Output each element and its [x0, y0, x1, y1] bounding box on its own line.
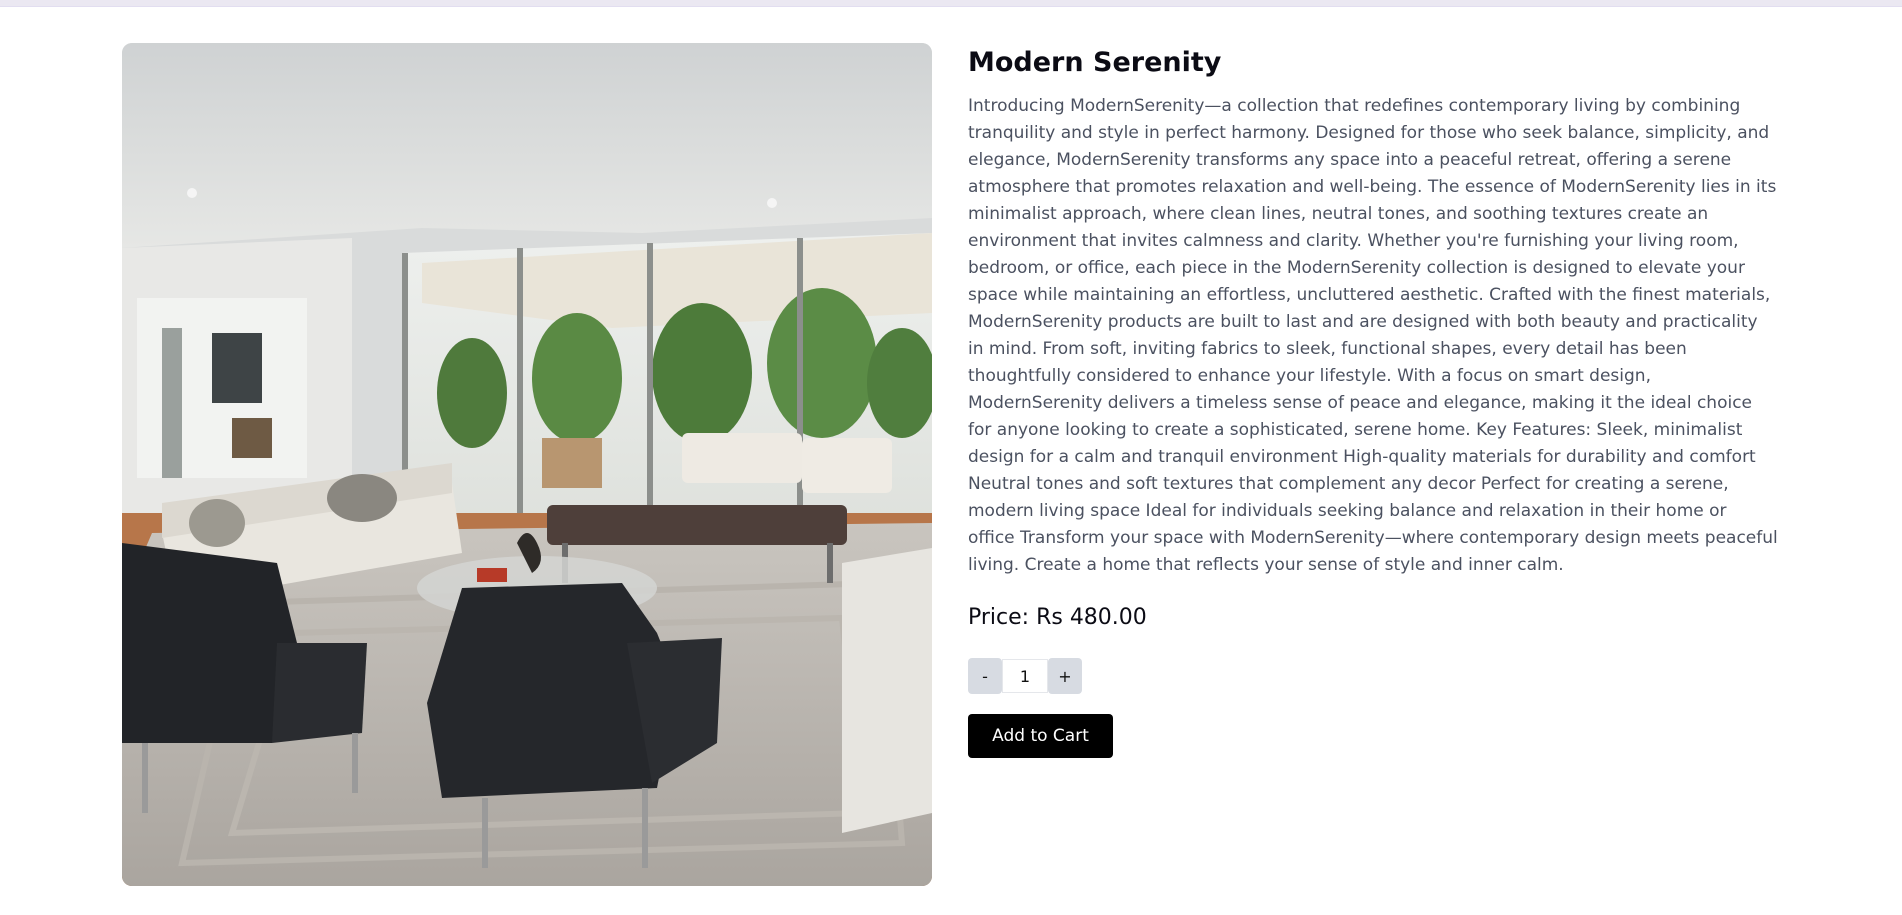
add-to-cart-button[interactable]: Add to Cart [968, 714, 1113, 758]
product-detail: Modern Serenity Introducing ModernSereni… [122, 43, 1782, 888]
product-info: Modern Serenity Introducing ModernSereni… [968, 43, 1778, 758]
quantity-input[interactable] [1002, 659, 1048, 693]
product-title: Modern Serenity [968, 47, 1222, 78]
product-image [122, 43, 932, 886]
top-nav-strip [0, 0, 1902, 7]
quantity-stepper: - + [968, 658, 1778, 694]
product-price: Price: Rs 480.00 [968, 605, 1147, 630]
living-room-photo [122, 43, 932, 886]
increment-button[interactable]: + [1048, 658, 1082, 694]
product-description: Introducing ModernSerenity—a collection … [968, 96, 1778, 575]
decrement-button[interactable]: - [968, 658, 1002, 694]
